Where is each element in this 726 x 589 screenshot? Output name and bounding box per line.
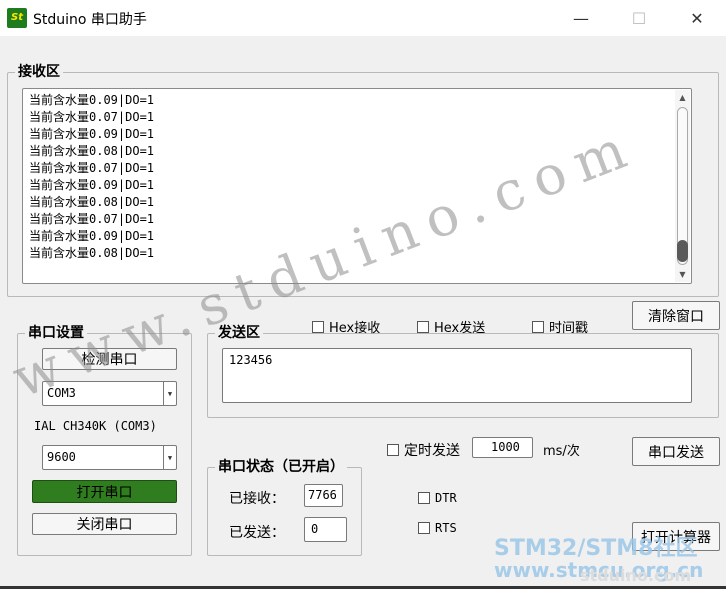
- checkbox-box[interactable]: [312, 320, 324, 333]
- receive-line: 当前含水量0.07|DO=1: [29, 161, 155, 175]
- hex-receive-label: Hex接收: [329, 321, 381, 336]
- receive-line: 当前含水量0.09|DO=1: [29, 229, 155, 243]
- open-port-button[interactable]: 打开串口: [32, 480, 177, 503]
- baud-select[interactable]: 9600 ▼: [42, 445, 177, 470]
- receive-textarea[interactable]: 当前含水量0.09|DO=1 当前含水量0.07|DO=1 当前含水量0.09|DO…: [22, 88, 692, 284]
- scroll-up-icon[interactable]: ▲: [675, 90, 690, 105]
- sent-count-value: 0: [311, 522, 319, 536]
- device-name-label: IAL CH340K (COM3): [34, 419, 157, 433]
- send-textarea[interactable]: 123456: [222, 348, 692, 403]
- interval-unit-label: ms/次: [543, 444, 580, 459]
- rts-label: RTS: [435, 521, 457, 535]
- received-count-label: 已接收：: [229, 491, 285, 507]
- receive-line: 当前含水量0.09|DO=1: [29, 178, 155, 192]
- close-port-button[interactable]: 关闭串口: [32, 513, 177, 535]
- timed-send-label: 定时发送: [404, 443, 460, 459]
- chevron-down-icon[interactable]: ▼: [163, 446, 176, 469]
- timestamp-checkbox[interactable]: 时间戳: [532, 317, 588, 336]
- timestamp-label: 时间戳: [549, 321, 589, 336]
- received-count-field: 7766: [304, 484, 343, 507]
- window-title: Stduino 串口助手: [33, 12, 147, 28]
- dtr-checkbox[interactable]: DTR: [418, 491, 457, 505]
- port-select[interactable]: COM3 ▼: [42, 381, 177, 406]
- rts-checkbox[interactable]: RTS: [418, 521, 457, 535]
- hex-send-label: Hex发送: [434, 321, 486, 336]
- close-icon[interactable]: ✕: [668, 0, 726, 36]
- receive-line: 当前含水量0.09|DO=1: [29, 93, 155, 107]
- checkbox-box[interactable]: [418, 522, 430, 534]
- app-logo-icon: St: [7, 8, 27, 28]
- receive-line: 当前含水量0.07|DO=1: [29, 212, 155, 226]
- maximize-icon[interactable]: ☐: [610, 0, 668, 36]
- sent-count-field: 0: [304, 517, 347, 542]
- interval-value: 1000: [491, 440, 520, 454]
- scroll-down-icon[interactable]: ▼: [675, 267, 690, 282]
- checkbox-box[interactable]: [418, 492, 430, 504]
- title-bar: St Stduino 串口助手 — ☐ ✕: [0, 0, 726, 36]
- status-group: [207, 467, 362, 556]
- checkbox-box[interactable]: [417, 320, 429, 333]
- receive-line: 当前含水量0.07|DO=1: [29, 110, 155, 124]
- received-count-value: 7766: [308, 488, 337, 502]
- baud-select-value: 9600: [47, 450, 76, 464]
- detect-port-button[interactable]: 检测串口: [42, 348, 177, 370]
- hex-send-checkbox[interactable]: Hex发送: [417, 317, 485, 336]
- serial-settings-legend: 串口设置: [25, 325, 87, 341]
- checkbox-box[interactable]: [387, 444, 399, 456]
- interval-input[interactable]: 1000: [472, 437, 533, 458]
- receive-line: 当前含水量0.08|DO=1: [29, 195, 155, 209]
- receive-line: 当前含水量0.08|DO=1: [29, 246, 155, 260]
- scroll-thumb[interactable]: [677, 240, 688, 262]
- receive-lines: 当前含水量0.09|DO=1 当前含水量0.07|DO=1 当前含水量0.09|DO…: [29, 92, 154, 262]
- dtr-label: DTR: [435, 491, 457, 505]
- receive-line: 当前含水量0.08|DO=1: [29, 144, 155, 158]
- receive-legend: 接收区: [15, 64, 63, 80]
- receive-scrollbar[interactable]: ▲ ▼: [675, 90, 690, 282]
- status-legend: 串口状态（已开启）: [215, 459, 347, 475]
- port-select-value: COM3: [47, 386, 76, 400]
- sent-count-label: 已发送：: [229, 525, 285, 541]
- hex-receive-checkbox[interactable]: Hex接收: [312, 317, 380, 336]
- clear-window-button[interactable]: 清除窗口: [632, 301, 720, 330]
- chevron-down-icon[interactable]: ▼: [163, 382, 176, 405]
- minimize-icon[interactable]: —: [552, 0, 610, 36]
- send-legend: 发送区: [215, 325, 263, 341]
- site-watermark-stduino: stduino.com: [580, 566, 692, 585]
- timed-send-checkbox[interactable]: 定时发送: [387, 440, 460, 460]
- checkbox-box[interactable]: [532, 320, 544, 333]
- serial-send-button[interactable]: 串口发送: [632, 437, 720, 466]
- receive-line: 当前含水量0.09|DO=1: [29, 127, 155, 141]
- send-text-value: 123456: [229, 353, 273, 367]
